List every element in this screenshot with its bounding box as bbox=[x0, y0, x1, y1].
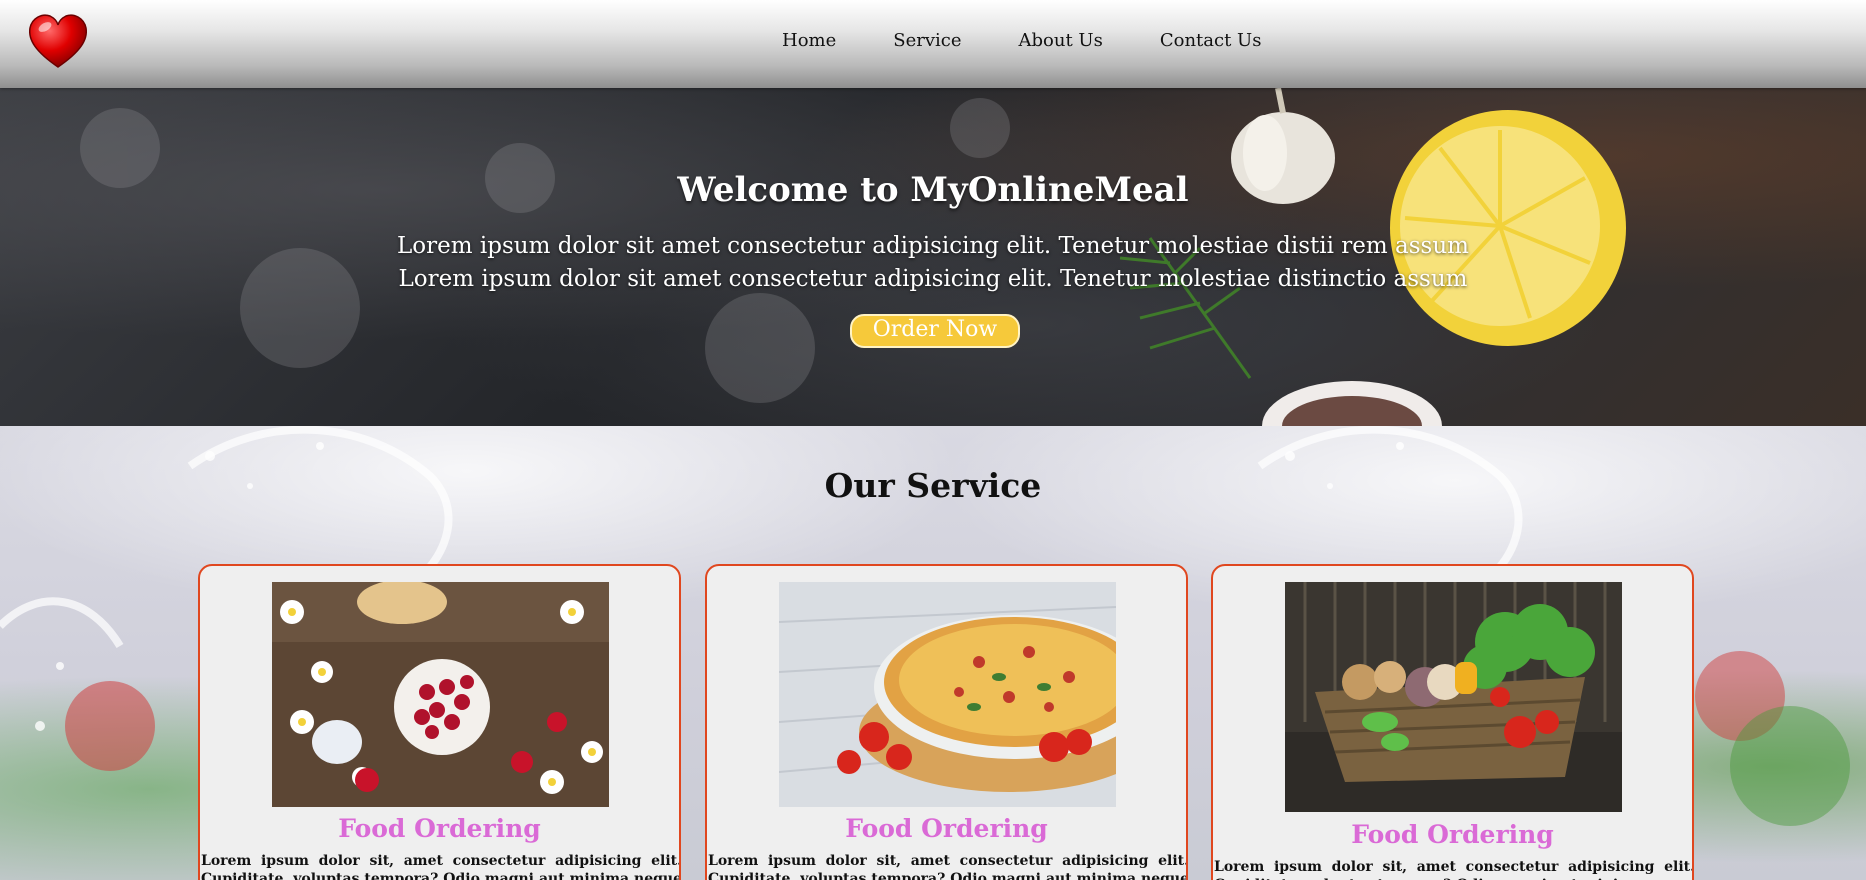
card-title: Food Ordering bbox=[338, 814, 541, 843]
card-description: Lorem ipsum dolor sit, amet consectetur … bbox=[201, 853, 681, 880]
lemon-icon bbox=[1390, 110, 1626, 346]
berries-and-breakfast-photo bbox=[272, 582, 609, 807]
pizza-photo bbox=[779, 582, 1116, 807]
services-title: Our Service bbox=[824, 466, 1042, 505]
hero-description-line-2: Lorem ipsum dolor sit amet consectetur a… bbox=[398, 266, 1468, 292]
nav-about-us[interactable]: About Us bbox=[1019, 30, 1103, 51]
services-section: Our Service Food Ordering Lorem ipsum do… bbox=[0, 426, 1866, 880]
card-title: Food Ordering bbox=[845, 814, 1048, 843]
hero-banner: Welcome to MyOnlineMeal Lorem ipsum dolo… bbox=[0, 88, 1866, 426]
card-title: Food Ordering bbox=[1351, 820, 1554, 849]
order-now-button[interactable]: Order Now bbox=[850, 314, 1020, 348]
rosemary-icon bbox=[1119, 237, 1252, 379]
nav-service[interactable]: Service bbox=[893, 30, 961, 51]
hero-title: Welcome to MyOnlineMeal bbox=[677, 170, 1189, 210]
heart-icon[interactable] bbox=[26, 12, 90, 70]
service-card: Food Ordering Lorem ipsum dolor sit, ame… bbox=[705, 564, 1188, 880]
nav-home[interactable]: Home bbox=[782, 30, 836, 51]
hero-description-line-1: Lorem ipsum dolor sit amet consectetur a… bbox=[397, 233, 1469, 259]
main-nav: Home Service About Us Contact Us bbox=[782, 30, 1261, 51]
card-description: Lorem ipsum dolor sit, amet consectetur … bbox=[1214, 859, 1694, 880]
service-card: Food Ordering Lorem ipsum dolor sit, ame… bbox=[198, 564, 681, 880]
nav-contact-us[interactable]: Contact Us bbox=[1160, 30, 1262, 51]
service-card: Food Ordering Lorem ipsum dolor sit, ame… bbox=[1211, 564, 1694, 880]
card-description: Lorem ipsum dolor sit, amet consectetur … bbox=[708, 853, 1188, 880]
vegetable-basket-photo bbox=[1285, 582, 1622, 812]
navbar: Home Service About Us Contact Us bbox=[0, 0, 1866, 88]
